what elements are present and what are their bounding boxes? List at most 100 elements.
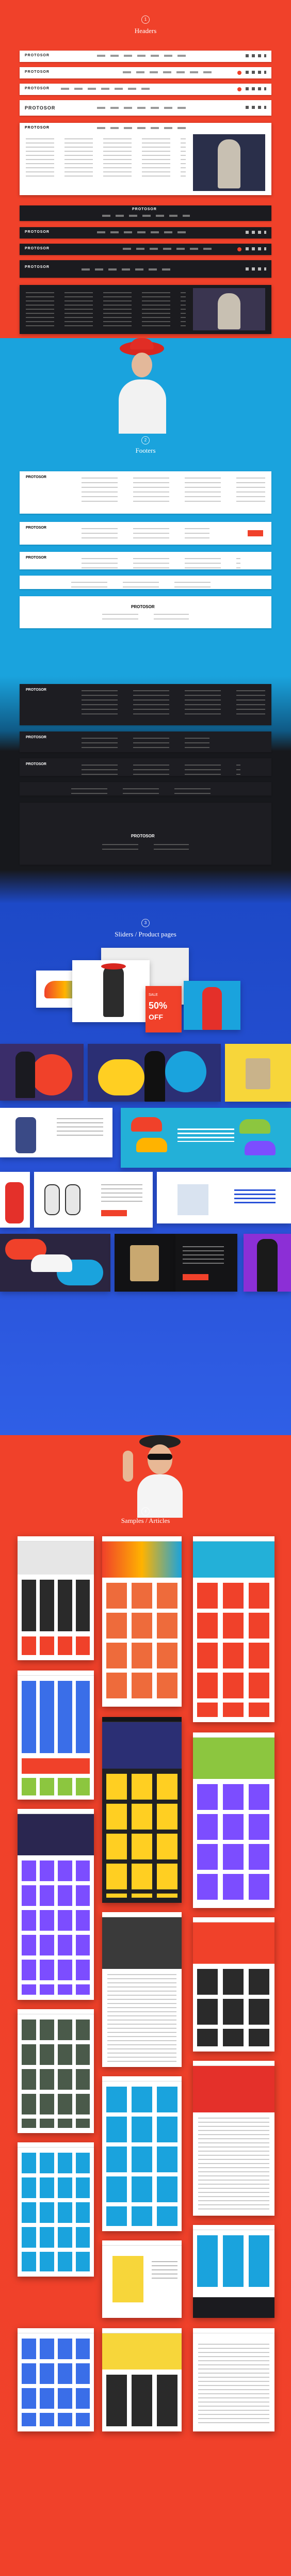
slider-card-main[interactable]: [72, 960, 150, 1022]
header-actions[interactable]: [246, 247, 266, 250]
sample-page-blog[interactable]: [193, 2061, 274, 2216]
sample-page-article[interactable]: [102, 1912, 182, 2067]
sample-page-green[interactable]: [193, 1732, 274, 1908]
sample-page-apparel[interactable]: [18, 2009, 94, 2133]
logo[interactable]: PROTOSOR: [25, 247, 50, 250]
slider-card-sale[interactable]: SALE 50% OFF: [146, 986, 182, 1032]
logo[interactable]: PROTOSOR: [26, 556, 46, 560]
nav-menu[interactable]: [97, 55, 190, 57]
logo[interactable]: PROTOSOR: [132, 208, 157, 211]
logo[interactable]: PROTOSOR: [25, 105, 55, 110]
sample-page-catalog[interactable]: [18, 1671, 94, 1800]
logo[interactable]: PROTOSOR: [25, 70, 50, 74]
header-actions[interactable]: [246, 106, 266, 109]
slider-full-width-2[interactable]: [88, 1044, 221, 1102]
sample-page-bottom-2[interactable]: [102, 2328, 182, 2431]
logo[interactable]: PROTOSOR: [26, 762, 46, 766]
product-grid: [22, 2339, 90, 2426]
sample-page-bag[interactable]: [102, 2240, 182, 2318]
slider-card-model-red[interactable]: [184, 981, 240, 1030]
footer-variant-light-2: PROTOSOR: [20, 522, 271, 545]
promo-text: [234, 1189, 276, 1205]
slider-full-width-1[interactable]: [0, 1044, 84, 1101]
footer-link-columns[interactable]: [82, 738, 209, 750]
sample-page-fashion[interactable]: [18, 1536, 94, 1660]
footer-link-columns[interactable]: [82, 765, 240, 775]
nav-menu[interactable]: [97, 231, 190, 233]
nav-menu[interactable]: [82, 268, 174, 271]
slider-blue-model[interactable]: [244, 1234, 291, 1292]
product-page-dark-info[interactable]: [175, 1234, 237, 1292]
sample-page-bottom-3[interactable]: [193, 2328, 274, 2431]
footer-link-columns[interactable]: [82, 478, 265, 503]
page-hero: [193, 1922, 274, 1964]
model-image: [15, 1052, 35, 1098]
mega-menu-promo[interactable]: [193, 134, 265, 191]
sunglasses: [148, 1454, 172, 1460]
logo[interactable]: PROTOSOR: [25, 126, 50, 130]
logo[interactable]: PROTOSOR: [25, 265, 50, 269]
product-page-model[interactable]: [0, 1172, 30, 1228]
sample-page-footer-demo[interactable]: [193, 2225, 274, 2318]
discount-value: 50%: [149, 1000, 168, 1011]
sample-page-sale[interactable]: [193, 1917, 274, 2052]
tote-bag-image: [112, 2256, 143, 2302]
sample-page-list[interactable]: [18, 2142, 94, 2277]
header-variant-dark-3: PROTOSOR: [20, 244, 271, 255]
nav-menu[interactable]: [123, 71, 216, 73]
footer-link-columns[interactable]: [102, 844, 189, 852]
add-to-cart-button[interactable]: [183, 1274, 208, 1280]
slider-sneakers-colorful[interactable]: [121, 1108, 291, 1168]
logo[interactable]: PROTOSOR: [26, 688, 46, 692]
page-header: [102, 1912, 182, 1917]
add-to-cart-button[interactable]: [101, 1210, 127, 1216]
header-variant-light-4: PROTOSOR: [20, 100, 271, 116]
page-header: [102, 1717, 182, 1722]
mega-menu-columns[interactable]: [26, 292, 186, 328]
product-bag-card[interactable]: [225, 1044, 291, 1102]
section-number-badge: 4: [141, 1507, 150, 1516]
sample-page-colorful[interactable]: [102, 1536, 182, 1707]
sample-page-dark-hero[interactable]: [18, 1809, 94, 2000]
logo[interactable]: PROTOSOR: [25, 54, 50, 57]
page-hero: [193, 1738, 274, 1779]
mega-menu-columns[interactable]: [26, 138, 186, 180]
slider-sneakers-dark[interactable]: [0, 1234, 110, 1292]
nav-menu[interactable]: [102, 215, 190, 217]
footer-link-columns[interactable]: [82, 528, 209, 542]
header-actions[interactable]: [246, 71, 266, 74]
footer-link-columns[interactable]: [82, 690, 265, 715]
logo[interactable]: PROTOSOR: [131, 834, 155, 838]
slider-promo-white[interactable]: [157, 1172, 291, 1223]
logo[interactable]: PROTOSOR: [25, 230, 50, 234]
product-page-bag-dark[interactable]: [115, 1234, 175, 1292]
logo[interactable]: PROTOSOR: [25, 87, 50, 90]
sample-page-products[interactable]: [102, 2076, 182, 2231]
nav-menu[interactable]: [97, 127, 190, 129]
header-variant-dark-4: PROTOSOR: [20, 260, 271, 278]
header-actions[interactable]: [246, 267, 266, 271]
sample-page-sneakers[interactable]: [193, 1536, 274, 1722]
footer-link-columns[interactable]: [82, 558, 240, 569]
sample-page-bottom-1[interactable]: [18, 2328, 94, 2431]
logo[interactable]: PROTOSOR: [26, 526, 46, 530]
mega-menu-promo[interactable]: [193, 288, 265, 330]
header-actions[interactable]: [246, 54, 266, 57]
footer-link-columns[interactable]: [71, 582, 220, 590]
logo[interactable]: PROTOSOR: [131, 605, 155, 609]
header-actions[interactable]: [246, 87, 266, 90]
product-page-jacket[interactable]: [0, 1108, 112, 1157]
subscribe-button[interactable]: [248, 530, 263, 536]
nav-menu[interactable]: [97, 107, 190, 109]
footer-link-columns[interactable]: [71, 788, 220, 797]
nav-menu[interactable]: [123, 248, 216, 250]
footer-variant-light-5: PROTOSOR: [20, 596, 271, 628]
footer-variant-light-1: PROTOSOR: [20, 471, 271, 514]
header-actions[interactable]: [246, 231, 266, 234]
nav-menu[interactable]: [61, 88, 154, 90]
logo[interactable]: PROTOSOR: [26, 736, 46, 739]
sample-page-dark-product[interactable]: [102, 1717, 182, 1903]
product-page-sneakers[interactable]: [34, 1172, 153, 1228]
logo[interactable]: PROTOSOR: [26, 475, 46, 479]
footer-link-columns[interactable]: [102, 614, 189, 621]
